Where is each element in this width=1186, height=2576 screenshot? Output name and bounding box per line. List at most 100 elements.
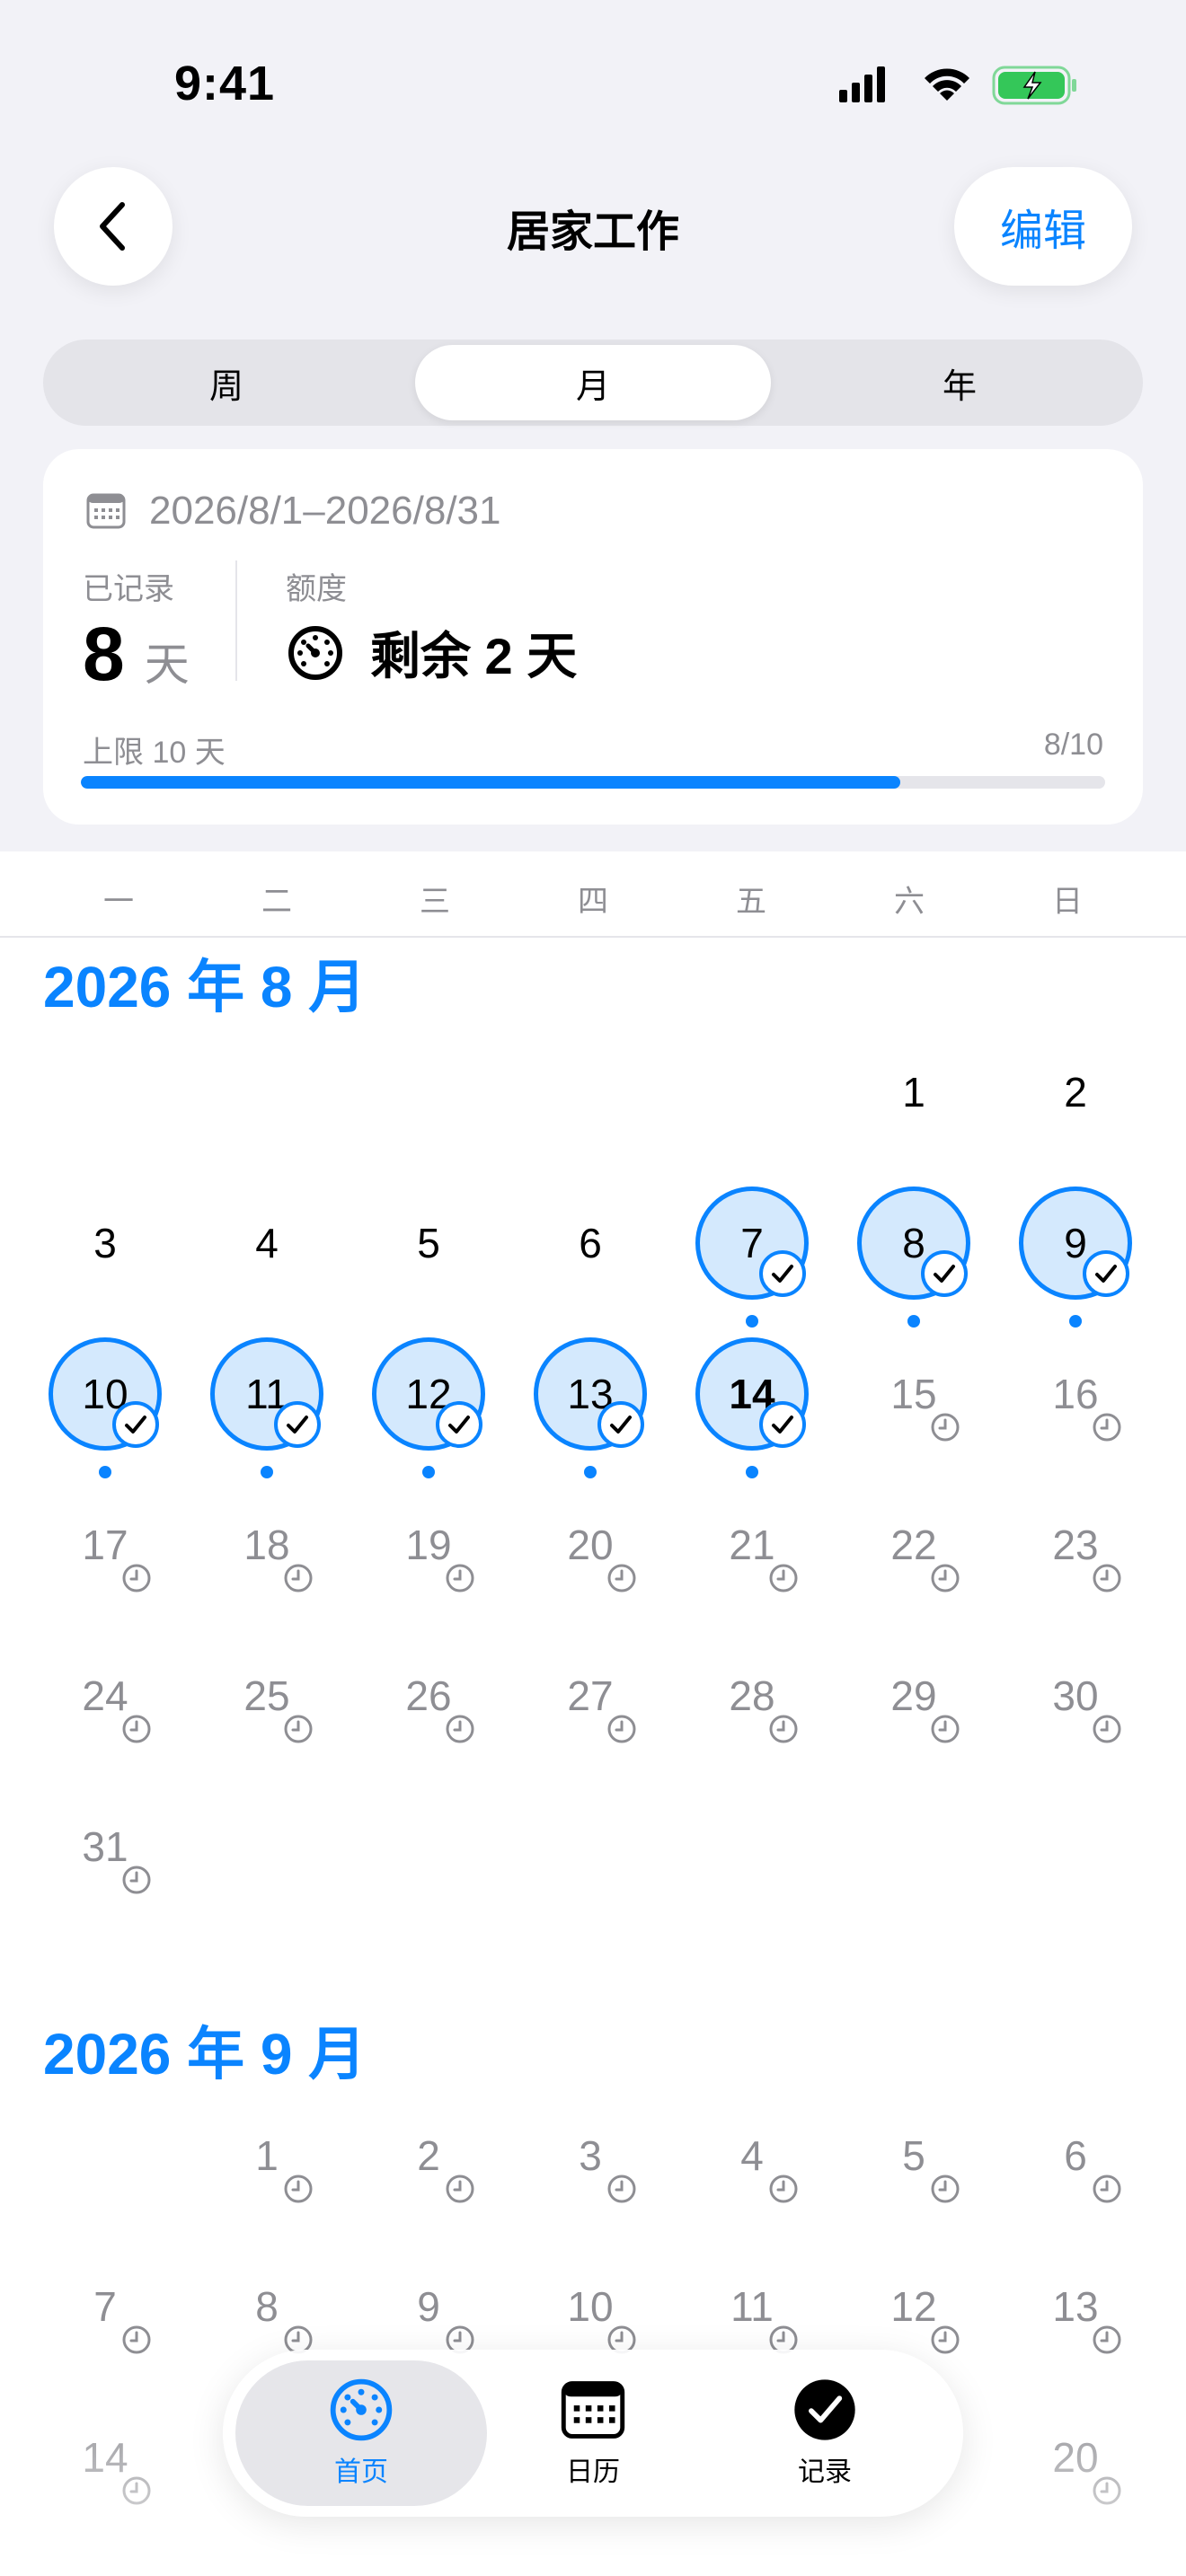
tab-calendar[interactable]: 日历 [467,2360,719,2506]
clock-icon [122,1715,151,1743]
calendar-day[interactable]: 5 [366,1180,491,1306]
clock-icon [122,1564,151,1592]
clock-icon [122,2325,151,2354]
clock-icon [446,1715,474,1743]
divider [235,560,237,681]
edit-button[interactable]: 编辑 [954,167,1132,286]
calendar-day[interactable]: 13 [527,1331,653,1478]
gauge-icon [288,625,342,680]
period-segmented-control: 周 月 年 [43,340,1143,426]
calendar-day[interactable]: 20 [527,1482,653,1608]
segment-week[interactable]: 周 [49,345,404,420]
clock-icon [1093,1564,1121,1592]
calendar-day[interactable]: 11 [204,1331,330,1478]
calendar-day[interactable]: 1 [851,1029,977,1155]
battery-icon [992,66,1076,105]
calendar-day[interactable]: 17 [42,1482,168,1608]
segment-year[interactable]: 年 [782,345,1137,420]
weekday-thu: 四 [578,885,608,919]
calendar-day[interactable]: 23 [1013,1482,1138,1608]
tab-records-label: 记录 [798,2457,852,2487]
tab-bar: 首页 日历 记录 [223,2350,963,2517]
calendar-day[interactable]: 28 [689,1633,815,1759]
record-dot [746,1315,758,1328]
calendar-day-number: 6 [579,1220,602,1266]
checkmark-circle-icon [794,2379,855,2440]
clock-icon [284,1715,313,1743]
calendar-day[interactable]: 7 [689,1180,815,1328]
weekday-wed: 三 [420,885,450,919]
calendar-day[interactable]: 19 [366,1482,491,1608]
calendar-day[interactable]: 9 [1013,1180,1138,1328]
weekday-tue: 二 [261,885,292,919]
weekday-mon: 一 [103,885,134,919]
record-dot [746,1466,758,1478]
clock-icon [1093,2325,1121,2354]
record-dot [907,1315,920,1328]
tab-home[interactable]: 首页 [235,2360,487,2506]
tab-calendar-label: 日历 [566,2457,620,2487]
calendar-day[interactable]: 8 [851,1180,977,1328]
calendar-day[interactable]: 26 [366,1633,491,1759]
record-dot [422,1466,435,1478]
calendar-day[interactable]: 6 [527,1180,653,1306]
calendar-day[interactable]: 2 [1013,1029,1138,1155]
limit-label: 上限 10 天 [83,736,226,770]
calendar-day[interactable]: 3 [527,2093,653,2219]
summary-card: 2026/8/1–2026/8/31 已记录 8 天 额度 剩余 2 天 上限 … [43,449,1143,825]
clock-icon [769,1715,798,1743]
month-title-sep: 2026 年 9 月 [43,2022,367,2086]
check-badge-icon [436,1401,482,1448]
calendar-day[interactable]: 22 [851,1482,977,1608]
clock-icon [931,1715,960,1743]
calendar-day[interactable]: 4 [689,2093,815,2219]
weekday-fri: 五 [736,885,766,919]
recorded-unit: 天 [144,640,190,690]
calendar-day[interactable]: 12 [366,1331,491,1478]
calendar-day[interactable]: 16 [1013,1331,1138,1457]
calendar-day[interactable]: 27 [527,1633,653,1759]
calendar-day[interactable]: 3 [42,1180,168,1306]
calendar-day[interactable]: 25 [204,1633,330,1759]
calendar-day[interactable]: 21 [689,1482,815,1608]
calendar-day[interactable]: 6 [1013,2093,1138,2219]
clock-icon [284,2175,313,2203]
calendar-day[interactable]: 7 [42,2244,168,2369]
segment-month[interactable]: 月 [415,345,771,420]
calendar-day[interactable]: 2 [366,2093,491,2219]
signal-icon [839,66,885,102]
calendar-day[interactable]: 4 [204,1180,330,1306]
calendar-day[interactable]: 29 [851,1633,977,1759]
record-dot [1069,1315,1082,1328]
tab-records[interactable]: 记录 [699,2360,951,2506]
calendar-day[interactable]: 15 [851,1331,977,1457]
record-dot [99,1466,111,1478]
quota-progress-fill [81,776,900,789]
clock-icon [446,2175,474,2203]
check-badge-icon [759,1250,806,1297]
calendar-day[interactable]: 10 [42,1331,168,1478]
calendar-day[interactable]: 24 [42,1633,168,1759]
tab-home-label: 首页 [334,2457,388,2487]
calendar-icon [86,493,126,529]
date-range-row: 2026/8/1–2026/8/31 [86,489,501,534]
calendar-day-number: 2 [1064,1069,1087,1116]
record-dot [584,1466,597,1478]
month-title-aug: 2026 年 8 月 [43,955,367,1019]
recorded-count: 8 [83,612,125,696]
calendar-day[interactable]: 18 [204,1482,330,1608]
clock-icon [931,2175,960,2203]
check-badge-icon [921,1250,968,1297]
calendar-day[interactable]: 30 [1013,1633,1138,1759]
gauge-icon [330,2378,393,2441]
clock-icon [1093,1413,1121,1442]
calendar-day-number: 5 [417,1220,440,1266]
calendar-day[interactable]: 14 [689,1331,815,1478]
calendar-day[interactable]: 1 [204,2093,330,2219]
clock-icon [931,2325,960,2354]
calendar-day[interactable]: 31 [42,1784,168,1910]
check-badge-icon [274,1401,321,1448]
calendar-day[interactable]: 13 [1013,2244,1138,2369]
calendar-icon [561,2381,625,2439]
calendar-day[interactable]: 5 [851,2093,977,2219]
